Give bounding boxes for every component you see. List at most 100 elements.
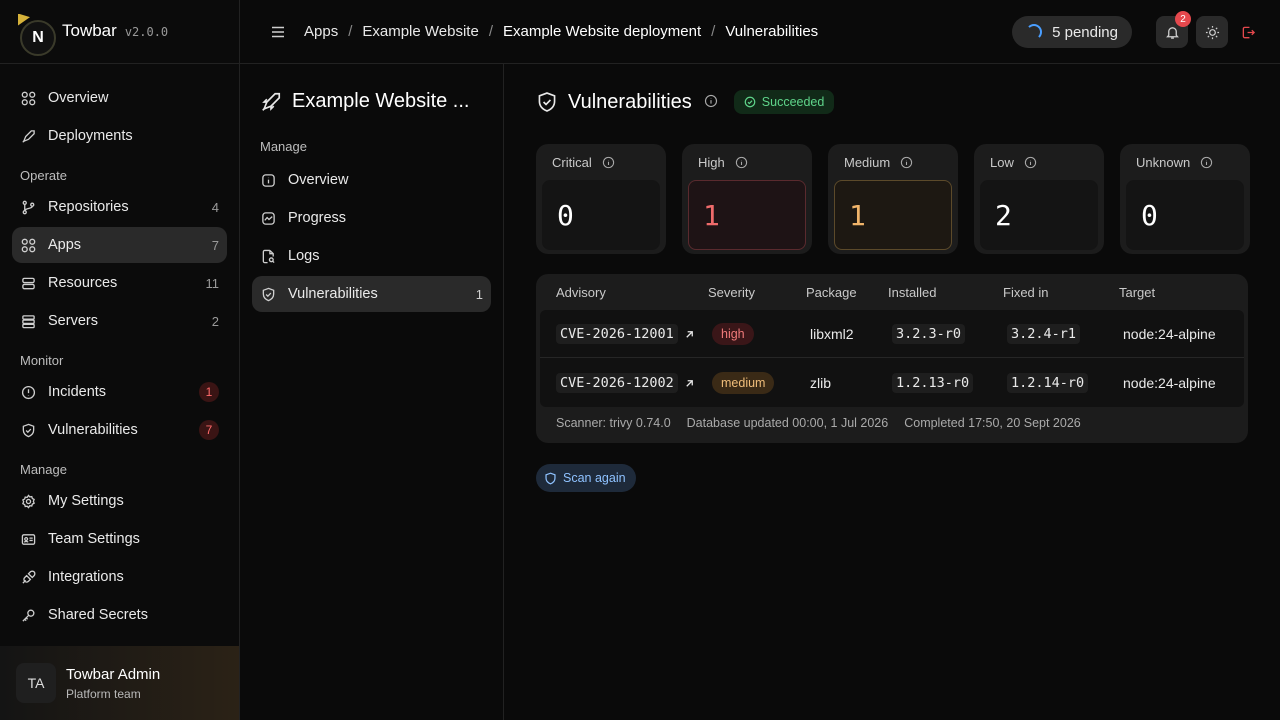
subnav-item-label: Progress	[288, 210, 347, 226]
info-icon[interactable]	[704, 94, 718, 111]
status-label: Succeeded	[761, 95, 825, 109]
page-title: Vulnerabilities	[568, 90, 692, 113]
header: Apps / Example Website / Example Website…	[240, 0, 1280, 64]
breadcrumb-apps[interactable]: Apps	[304, 23, 338, 40]
menu-icon[interactable]	[266, 20, 290, 44]
breadcrumb-deployment[interactable]: Example Website deployment	[503, 23, 701, 40]
sidebar-item-repositories[interactable]: Repositories 4	[12, 189, 227, 225]
server-icon	[20, 313, 36, 329]
info-icon[interactable]	[735, 156, 748, 169]
sidebar-item-shared-secrets[interactable]: Shared Secrets	[12, 597, 227, 633]
info-icon[interactable]	[900, 156, 913, 169]
table-row[interactable]: CVE-2026-12001 high libxml2 3.2.3-r0 3.2…	[540, 310, 1244, 358]
sidebar-nav: Overview Deployments Operate Repositorie…	[0, 64, 239, 633]
sidebar-item-count: 7	[211, 237, 219, 253]
page-header: Vulnerabilities Succeeded	[536, 90, 835, 114]
sidebar-item-label: Apps	[48, 237, 82, 253]
sidebar-item-vulnerabilities[interactable]: Vulnerabilities 7	[12, 412, 227, 448]
column-header[interactable]: Severity	[708, 285, 806, 300]
table-row[interactable]: CVE-2026-12002 medium zlib 1.2.13-r0 1.2…	[540, 358, 1244, 407]
logout-button[interactable]	[1232, 16, 1264, 48]
subnav-item-label: Logs	[288, 248, 320, 264]
vulnerabilities-table: Advisory Severity Package Installed Fixe…	[536, 274, 1248, 443]
sidebar-item-integrations[interactable]: Integrations	[12, 559, 227, 595]
severity-badge: high	[712, 322, 754, 345]
severity-count: 0	[1126, 180, 1244, 250]
sidebar-item-resources[interactable]: Resources 11	[12, 265, 227, 301]
sidebar: N Towbar v2.0.0 Overview Deployments Ope…	[0, 0, 240, 720]
severity-label: Low	[990, 154, 1014, 170]
external-link-icon	[684, 378, 695, 389]
breadcrumb-app[interactable]: Example Website	[362, 23, 478, 40]
severity-card-unknown: Unknown 0	[1120, 144, 1250, 254]
info-icon[interactable]	[1200, 156, 1213, 169]
sidebar-item-overview[interactable]: Overview	[12, 80, 227, 116]
severity-label: Critical	[552, 154, 592, 170]
vulnerabilities-count-badge: 7	[199, 420, 219, 440]
subnav-title-text: Example Website ...	[292, 90, 470, 112]
subnav-item-vulnerabilities[interactable]: Vulnerabilities 1	[252, 276, 491, 312]
shield-check-icon	[260, 286, 276, 302]
pending-button[interactable]: 5 pending	[1012, 16, 1132, 48]
section-monitor: Monitor	[20, 353, 64, 368]
sidebar-item-servers[interactable]: Servers 2	[12, 303, 227, 339]
advisory-id: CVE-2026-12001	[556, 324, 678, 344]
rocket-icon	[20, 128, 36, 144]
section-manage: Manage	[20, 462, 67, 477]
sidebar-item-incidents[interactable]: Incidents 1	[12, 374, 227, 410]
app-subnav: Example Website ... Manage Overview Prog…	[240, 64, 504, 720]
severity-card-low: Low 2	[974, 144, 1104, 254]
package-name: zlib	[810, 374, 832, 391]
subnav-item-count: 1	[475, 286, 483, 302]
alert-circle-icon	[20, 384, 36, 400]
scanner-info: Scanner: trivy 0.74.0	[556, 416, 671, 430]
brand-version: v2.0.0	[124, 24, 169, 39]
theme-toggle-button[interactable]	[1196, 16, 1228, 48]
column-header[interactable]: Target	[1119, 285, 1239, 300]
subnav-item-logs[interactable]: Logs	[252, 238, 491, 274]
package-name: libxml2	[810, 325, 854, 342]
plug-icon	[20, 569, 36, 585]
sidebar-item-label: My Settings	[48, 493, 124, 509]
check-circle-icon	[744, 96, 756, 108]
scan-again-button[interactable]: Scan again	[536, 464, 636, 492]
incidents-count-badge: 1	[199, 382, 219, 402]
column-header[interactable]: Package	[806, 285, 888, 300]
pending-label: 5 pending	[1052, 23, 1118, 41]
severity-card-high: High 1	[682, 144, 812, 254]
logout-icon	[1242, 26, 1255, 38]
severity-label: Medium	[844, 154, 891, 170]
sidebar-item-team-settings[interactable]: Team Settings	[12, 521, 227, 557]
severity-label: High	[698, 154, 725, 170]
subnav-item-label: Overview	[288, 172, 349, 188]
severity-count: 2	[980, 180, 1098, 250]
notifications-button[interactable]: 2	[1156, 11, 1191, 48]
advisory-link[interactable]: CVE-2026-12001	[540, 324, 712, 344]
spinner-icon	[1026, 24, 1043, 40]
sidebar-item-apps[interactable]: Apps 7	[12, 227, 227, 263]
sidebar-item-label: Resources	[48, 275, 118, 291]
sidebar-item-label: Shared Secrets	[48, 607, 148, 623]
column-header[interactable]: Advisory	[536, 285, 708, 300]
severity-count: 1	[834, 180, 952, 250]
sidebar-item-deployments[interactable]: Deployments	[12, 118, 227, 154]
info-icon[interactable]	[602, 156, 615, 169]
installed-version: 1.2.13-r0	[892, 373, 974, 393]
subnav-item-progress[interactable]: Progress	[252, 200, 491, 236]
subnav-item-overview[interactable]: Overview	[252, 162, 491, 198]
info-icon[interactable]	[1024, 156, 1037, 169]
sidebar-item-my-settings[interactable]: My Settings	[12, 483, 227, 519]
brand[interactable]: N Towbar v2.0.0	[0, 0, 239, 64]
status-badge: Succeeded	[733, 90, 835, 114]
column-header[interactable]: Fixed in	[1003, 285, 1119, 300]
sidebar-item-label: Repositories	[48, 199, 129, 215]
advisory-link[interactable]: CVE-2026-12002	[540, 373, 712, 393]
user-menu[interactable]: TA Towbar Admin Platform team	[0, 646, 239, 720]
column-header[interactable]: Installed	[888, 285, 1003, 300]
logo-icon: N	[18, 13, 56, 56]
sidebar-item-label: Deployments	[48, 128, 133, 144]
severity-count: 1	[688, 180, 806, 250]
scan-again-label: Scan again	[563, 471, 626, 485]
severity-badge: medium	[712, 371, 775, 394]
sidebar-item-count: 2	[211, 313, 219, 329]
